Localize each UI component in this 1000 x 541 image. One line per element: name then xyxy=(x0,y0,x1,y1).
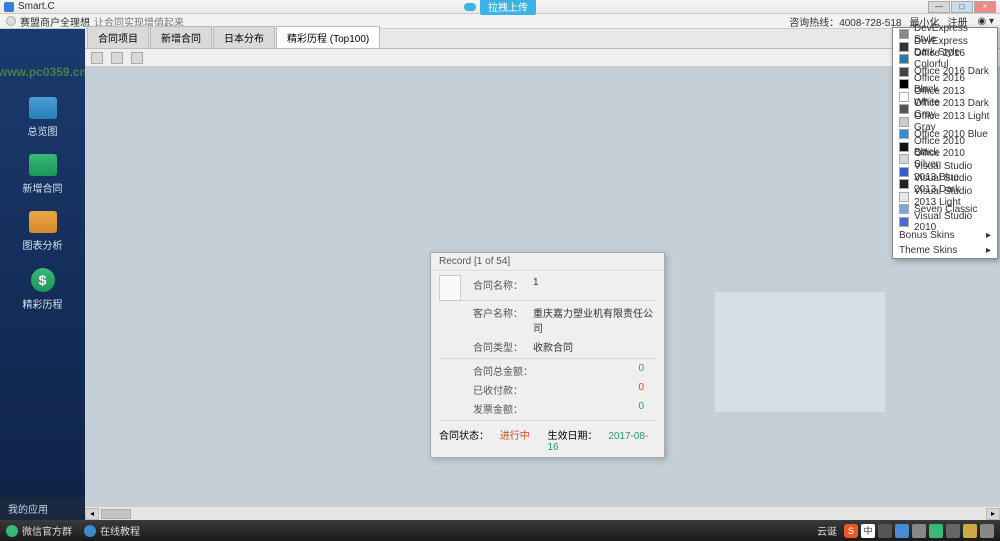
app-name: 赛盟商户全理想 xyxy=(20,14,90,29)
theme-swatch-icon xyxy=(899,117,909,127)
sidebar-label: 精彩历程 xyxy=(23,296,63,311)
sidebar-item-chart[interactable]: 图表分析 xyxy=(0,203,85,260)
theme-item[interactable]: Office 2013 Light Gray xyxy=(893,116,997,129)
toolbar xyxy=(85,49,1000,67)
taskbar-tutorial[interactable]: 在线教程 xyxy=(84,523,140,538)
sidebar-label: 新增合同 xyxy=(23,180,63,195)
tray-ime[interactable]: 中 xyxy=(861,524,875,538)
tray-icon-7[interactable] xyxy=(946,524,960,538)
invoice-value: 0 xyxy=(533,401,656,416)
tray-icon-4[interactable] xyxy=(895,524,909,538)
tool-icon-1[interactable] xyxy=(91,52,103,64)
received-value: 0 xyxy=(533,382,656,397)
contract-type-value: 收款合同 xyxy=(533,339,656,354)
theme-swatch-icon xyxy=(899,142,909,152)
contract-type-label: 合同类型： xyxy=(473,339,533,354)
status-value: 进行中 xyxy=(500,431,530,442)
sidebar-item-overview[interactable]: 总览图 xyxy=(0,89,85,146)
theme-item[interactable]: Visual Studio 2010 xyxy=(893,216,997,229)
taskbar: 微信官方群 在线教程 云诞 S 中 xyxy=(0,520,1000,541)
chart-icon xyxy=(29,211,57,233)
document-icon xyxy=(439,275,461,301)
theme-swatch-icon xyxy=(899,217,909,227)
theme-submenu-theme[interactable]: Theme Skins▸ xyxy=(893,243,997,258)
tutorial-icon xyxy=(84,525,96,537)
status-label: 合同状态： xyxy=(439,431,489,442)
received-label: 已收付款： xyxy=(473,382,533,397)
sidebar: www.pc0359.cn 总览图 新增合同 图表分析 $ 精彩历程 我的应用 xyxy=(0,29,85,520)
hotline-label: 咨询热线： xyxy=(789,18,839,29)
history-icon: $ xyxy=(31,268,55,292)
canvas: Record [1 of 54] 合同名称： 1 客户名称： 重庆嘉力塑业机有限… xyxy=(85,67,1000,520)
minimize-button[interactable]: — xyxy=(928,1,950,13)
record-title: Record [1 of 54] xyxy=(431,253,664,271)
theme-swatch-icon xyxy=(899,129,909,139)
horizontal-scrollbar[interactable]: ◂ ▸ xyxy=(85,506,1000,520)
total-amount-value: 0 xyxy=(533,363,656,378)
theme-swatch-icon xyxy=(899,104,909,114)
cloud-label: 云诞 xyxy=(817,523,837,538)
contract-icon xyxy=(29,154,57,176)
overview-icon xyxy=(29,97,57,119)
theme-swatch-icon xyxy=(899,179,909,189)
user-icon xyxy=(6,16,16,26)
scroll-left-button[interactable]: ◂ xyxy=(85,508,99,520)
theme-swatch-icon xyxy=(899,42,909,52)
theme-swatch-icon xyxy=(899,54,909,64)
contract-name-label: 合同名称： xyxy=(473,277,533,292)
tab-bar: 合同项目 新增合同 日本分布 精彩历程 (Top100) xyxy=(85,29,1000,49)
tab-contract-project[interactable]: 合同项目 xyxy=(87,26,149,48)
theme-swatch-icon xyxy=(899,67,909,77)
app-icon xyxy=(4,2,14,12)
maximize-button[interactable]: □ xyxy=(951,1,973,13)
taskbar-wechat[interactable]: 微信官方群 xyxy=(6,523,72,538)
theme-item[interactable]: Office 2016 Colorful xyxy=(893,53,997,66)
content-area: 合同项目 新增合同 日本分布 精彩历程 (Top100) Record [1 o… xyxy=(85,29,1000,520)
tray-icon-3[interactable] xyxy=(878,524,892,538)
tray-icon-6[interactable] xyxy=(929,524,943,538)
sidebar-item-contract[interactable]: 新增合同 xyxy=(0,146,85,203)
customer-value: 重庆嘉力塑业机有限责任公司 xyxy=(533,305,656,335)
theme-item[interactable]: Visual Studio 2013 Light xyxy=(893,191,997,204)
sidebar-label: 图表分析 xyxy=(23,237,63,252)
tab-distribution[interactable]: 日本分布 xyxy=(213,26,275,48)
background-page xyxy=(715,292,885,412)
tray-icon-9[interactable] xyxy=(980,524,994,538)
theme-swatch-icon xyxy=(899,154,909,164)
tab-top100[interactable]: 精彩历程 (Top100) xyxy=(276,26,380,48)
invoice-label: 发票金额： xyxy=(473,401,533,416)
scroll-thumb[interactable] xyxy=(101,509,131,519)
theme-menu: DevExpress StyleDevExpress Dark StyleOff… xyxy=(892,27,998,259)
theme-swatch-icon xyxy=(899,204,909,214)
sidebar-item-history[interactable]: $ 精彩历程 xyxy=(0,260,85,319)
theme-swatch-icon xyxy=(899,79,909,89)
cloud-icon xyxy=(464,3,476,11)
theme-swatch-icon xyxy=(899,92,909,102)
date-label: 生效日期： xyxy=(548,431,598,442)
wechat-icon xyxy=(6,525,18,537)
scroll-right-button[interactable]: ▸ xyxy=(986,508,1000,520)
app-title: Smart.C xyxy=(18,1,55,12)
sidebar-bottom[interactable]: 我的应用 xyxy=(0,497,85,520)
tray-icon-1[interactable]: S xyxy=(844,524,858,538)
sidebar-label: 总览图 xyxy=(28,123,58,138)
tab-new-contract[interactable]: 新增合同 xyxy=(150,26,212,48)
theme-swatch-icon xyxy=(899,29,909,39)
upload-button[interactable]: 拉拽上传 xyxy=(480,0,536,15)
tool-icon-2[interactable] xyxy=(111,52,123,64)
watermark-text: www.pc0359.cn xyxy=(0,65,87,79)
theme-swatch-icon xyxy=(899,167,909,177)
total-amount-label: 合同总金额： xyxy=(473,363,533,378)
tray-icon-8[interactable] xyxy=(963,524,977,538)
tool-icon-3[interactable] xyxy=(131,52,143,64)
close-button[interactable]: × xyxy=(974,1,996,13)
theme-swatch-icon xyxy=(899,192,909,202)
contract-name-value: 1 xyxy=(533,277,656,292)
tray-icon-5[interactable] xyxy=(912,524,926,538)
titlebar: Smart.C 拉拽上传 — □ × xyxy=(0,0,1000,14)
customer-label: 客户名称： xyxy=(473,305,533,335)
record-card: Record [1 of 54] 合同名称： 1 客户名称： 重庆嘉力塑业机有限… xyxy=(430,252,665,458)
